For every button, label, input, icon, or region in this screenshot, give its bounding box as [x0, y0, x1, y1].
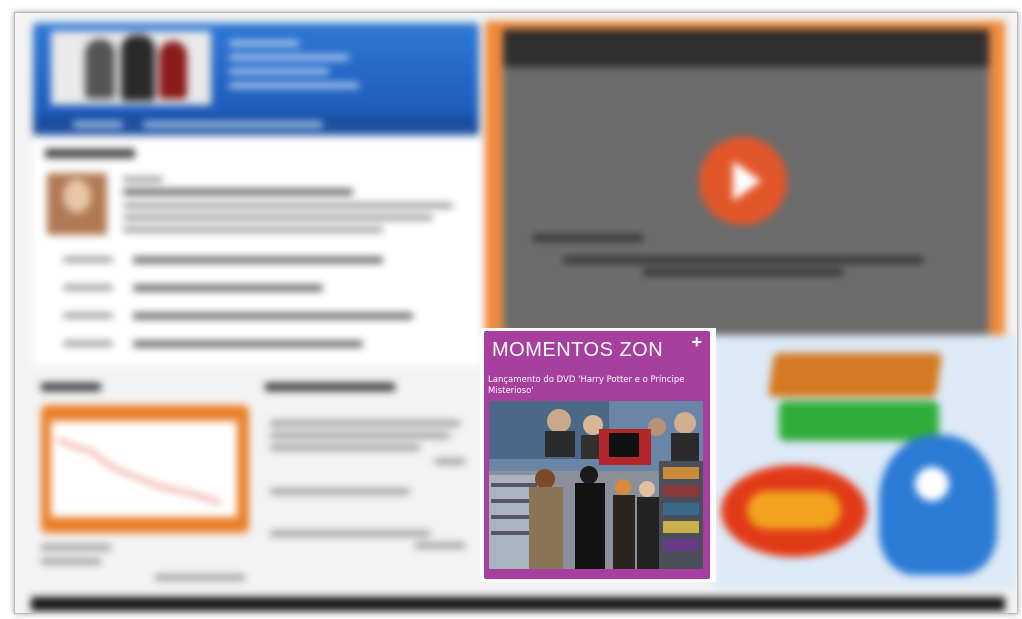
monsters-ad-banner[interactable]: [715, 335, 1017, 589]
card-subtitle[interactable]: Lançamento do DVD 'Harry Potter e o Prín…: [488, 375, 706, 397]
plus-icon[interactable]: +: [691, 332, 702, 353]
play-icon[interactable]: [699, 137, 787, 225]
video-player-frame: [485, 21, 1005, 335]
header-image: [51, 31, 211, 105]
momentos-zon-card[interactable]: MOMENTOS ZON + Lançamento do DVD 'Harry …: [484, 331, 710, 579]
news-panel: [33, 141, 481, 366]
site-header: [33, 23, 479, 135]
video-player[interactable]: [503, 29, 989, 335]
news-avatar: [47, 173, 107, 235]
market-graph: [41, 405, 249, 533]
photo-event-image[interactable]: [489, 401, 703, 569]
card-title: MOMENTOS ZON: [492, 339, 664, 361]
header-tabs[interactable]: [33, 115, 479, 135]
footer-bar: [31, 597, 1005, 611]
